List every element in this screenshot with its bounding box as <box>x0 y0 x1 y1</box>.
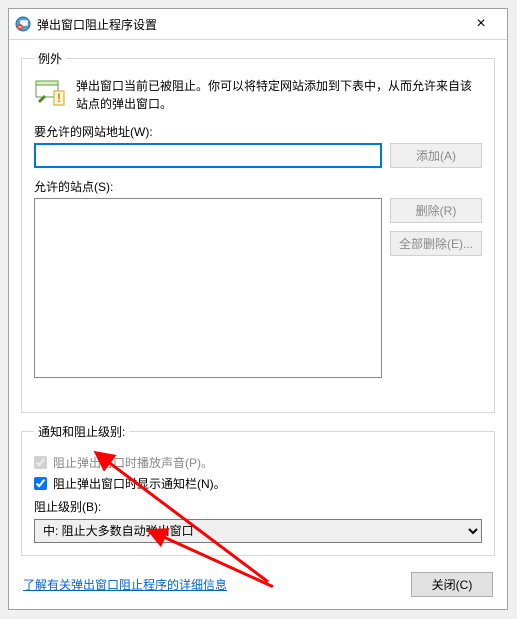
sites-label: 允许的站点(S): <box>34 178 482 195</box>
remove-all-button[interactable]: 全部删除(E)... <box>390 231 482 256</box>
window-title: 弹出窗口阻止程序设置 <box>37 16 461 33</box>
intro-text: 弹出窗口当前已被阻止。你可以将特定网站添加到下表中，从而允许来自该站点的弹出窗口… <box>76 77 482 113</box>
close-button[interactable]: 关闭(C) <box>411 572 493 597</box>
level-label: 阻止级别(B): <box>34 498 482 515</box>
close-icon[interactable]: × <box>461 9 501 39</box>
remove-button[interactable]: 删除(R) <box>390 198 482 223</box>
levels-group: 通知和阻止级别: 阻止弹出窗口时播放声音(P)。 阻止弹出窗口时显示通知栏(N)… <box>21 423 495 556</box>
titlebar: 弹出窗口阻止程序设置 × <box>9 9 507 40</box>
show-bar-row[interactable]: 阻止弹出窗口时显示通知栏(N)。 <box>34 475 482 492</box>
levels-legend: 通知和阻止级别: <box>34 423 129 440</box>
popup-blocker-icon <box>15 16 31 32</box>
add-button[interactable]: 添加(A) <box>390 143 482 168</box>
address-input[interactable] <box>34 143 382 168</box>
learn-more-link[interactable]: 了解有关弹出窗口阻止程序的详细信息 <box>23 576 227 593</box>
play-sound-row[interactable]: 阻止弹出窗口时播放声音(P)。 <box>34 454 482 471</box>
footer: 了解有关弹出窗口阻止程序的详细信息 关闭(C) <box>21 566 495 599</box>
client-area: 例外 ! 弹出窗口当前已被阻止。你可以将特定网站添加到下表中，从而允许来自该站点… <box>9 40 507 609</box>
popup-blocker-settings-window: 弹出窗口阻止程序设置 × 例外 ! 弹出窗口当前已被阻止。你可以将特定网站添加到… <box>8 8 508 610</box>
play-sound-checkbox[interactable] <box>34 456 47 469</box>
show-bar-checkbox[interactable] <box>34 477 47 490</box>
allowed-sites-listbox[interactable] <box>34 198 382 378</box>
play-sound-label: 阻止弹出窗口时播放声音(P)。 <box>53 454 213 471</box>
address-label: 要允许的网站地址(W): <box>34 123 482 140</box>
exceptions-legend: 例外 <box>34 50 66 67</box>
svg-text:!: ! <box>57 91 61 105</box>
block-level-select[interactable]: 中: 阻止大多数自动弹出窗口 <box>34 519 482 543</box>
show-bar-label: 阻止弹出窗口时显示通知栏(N)。 <box>53 475 226 492</box>
exceptions-group: 例外 ! 弹出窗口当前已被阻止。你可以将特定网站添加到下表中，从而允许来自该站点… <box>21 50 495 413</box>
info-icon: ! <box>34 77 66 109</box>
